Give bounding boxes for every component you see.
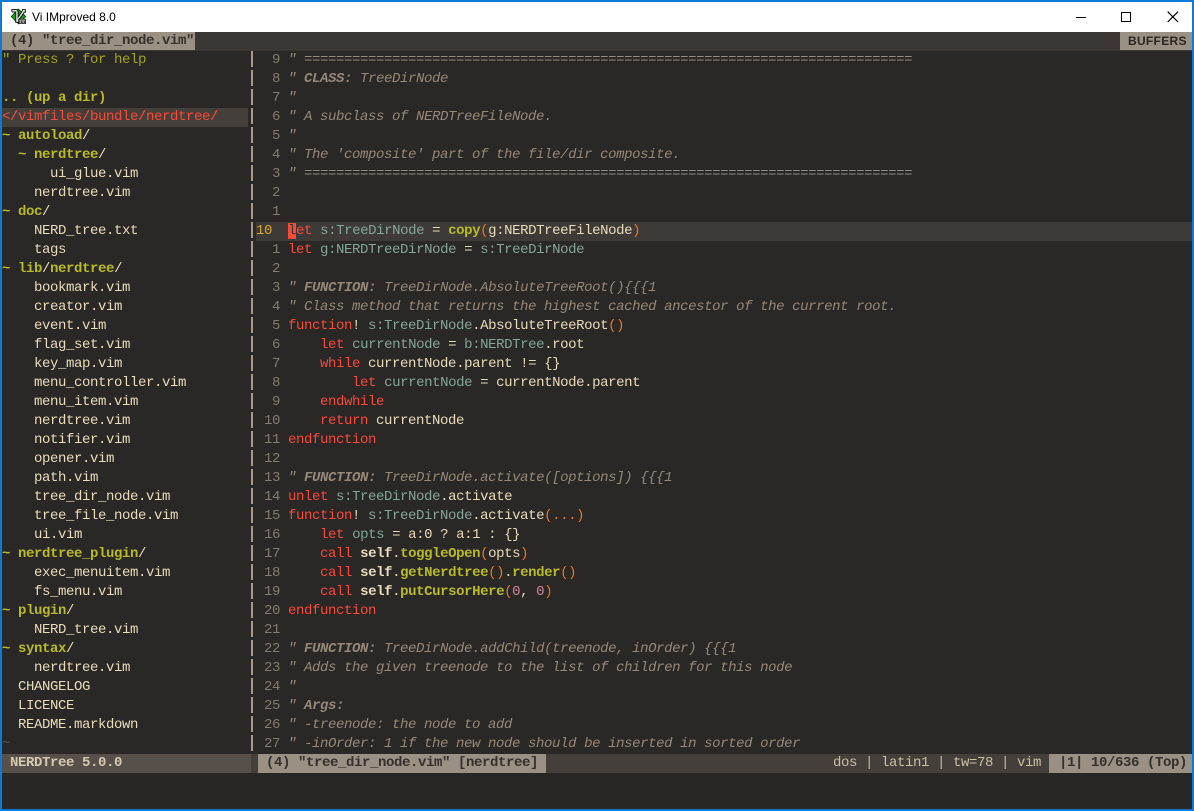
svg-text:im: im (19, 19, 26, 25)
